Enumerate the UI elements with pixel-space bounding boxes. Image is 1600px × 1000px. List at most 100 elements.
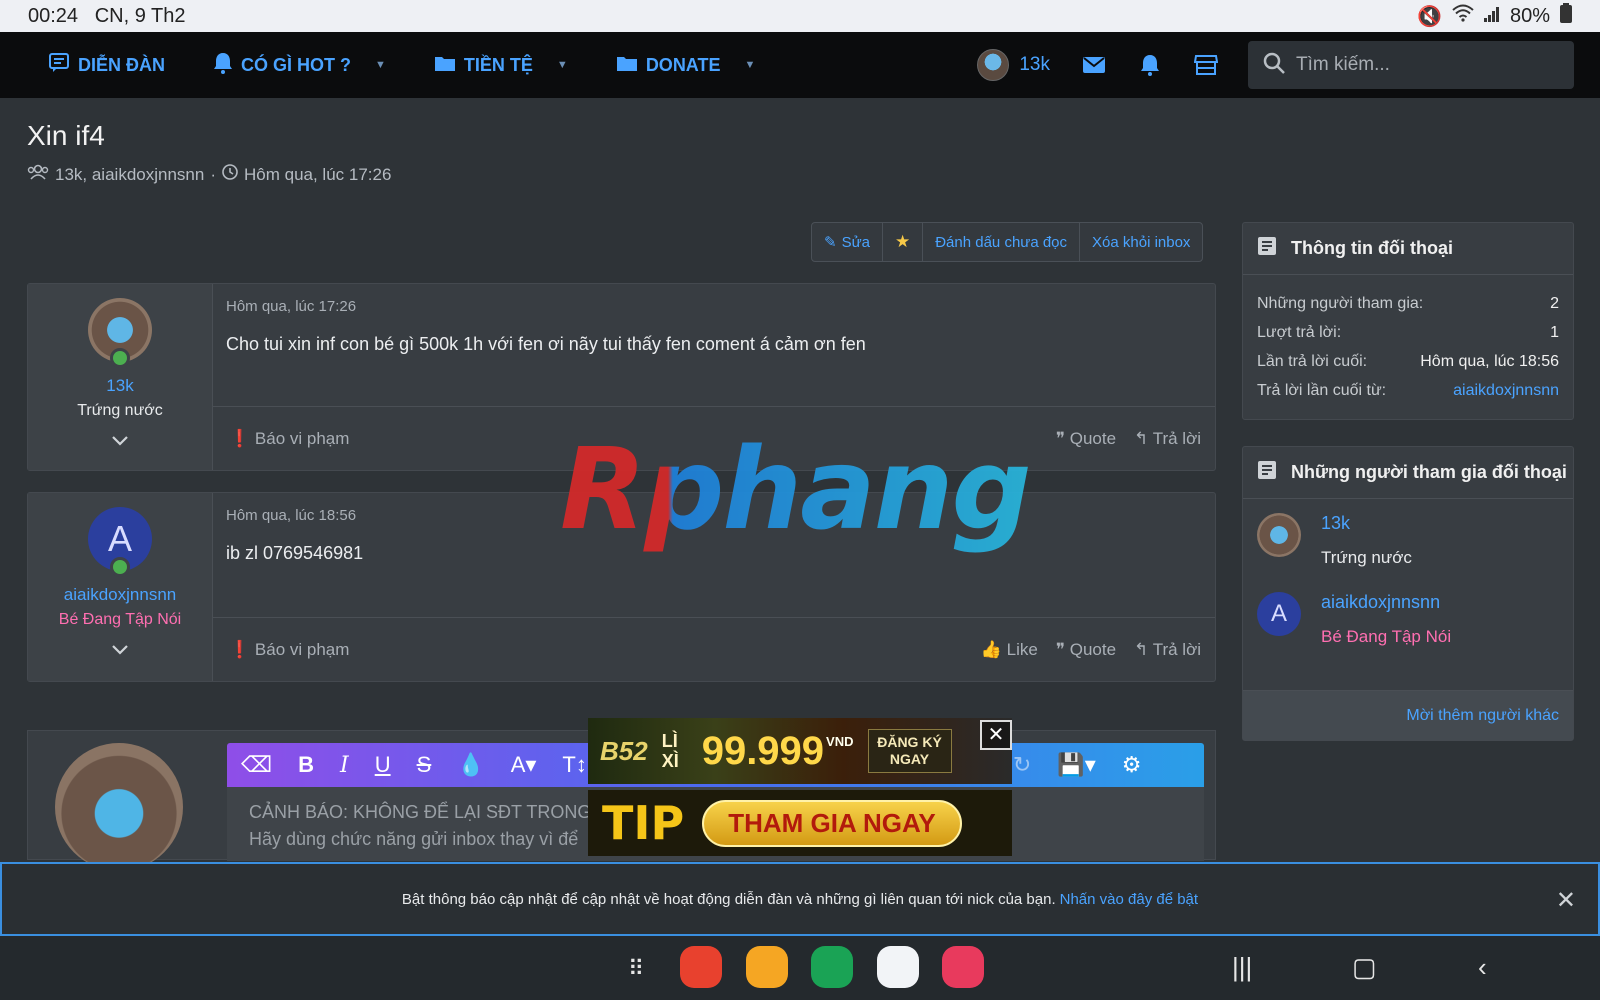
report-label: Báo vi phạm — [254, 639, 350, 659]
search-input[interactable] — [1296, 54, 1556, 76]
star-icon: ★ — [894, 232, 911, 251]
ad-brand: TIP — [602, 796, 685, 850]
message-time[interactable]: Hôm qua, lúc 17:26 — [226, 298, 356, 315]
report-button[interactable]: ❗ Báo vi phạm — [229, 640, 349, 660]
nav-hot[interactable]: CÓ GÌ HOT ? ▼ — [213, 32, 386, 98]
chevron-down-icon[interactable]: ▼ — [557, 59, 568, 71]
italic-icon[interactable]: I — [340, 753, 349, 778]
enable-notifications-link[interactable]: Nhấn vào đây để bật — [1060, 891, 1198, 908]
last-reply-user-link[interactable]: aiaikdoxjnnsnn — [1453, 382, 1559, 400]
ad-banner-b52[interactable]: B52 LÌ XÌ 99.999 VND ĐĂNG KÝ NGAY ✕ — [588, 718, 1012, 784]
files-app-icon[interactable] — [746, 946, 788, 988]
store-icon[interactable] — [1192, 51, 1220, 79]
redo-icon[interactable]: ↻ — [1013, 752, 1031, 778]
quote-button[interactable]: ❞ Quote — [1056, 640, 1116, 660]
avatar[interactable] — [88, 298, 152, 368]
nav-currency[interactable]: TIỀN TỆ ▼ — [434, 32, 568, 98]
nav-forum[interactable]: DIỄN ĐÀN — [48, 32, 165, 98]
status-bar: 00:24 CN, 9 Th2 🔇 80% — [0, 0, 1600, 32]
conversation-meta: 13k, aiaikdoxjnnsnn · Hôm qua, lúc 17:26 — [27, 164, 391, 185]
online-indicator-icon — [110, 348, 130, 368]
status-left: 00:24 CN, 9 Th2 — [28, 5, 186, 28]
report-button[interactable]: ❗ Báo vi phạm — [229, 429, 349, 449]
avatar-letter: A — [107, 518, 132, 559]
inbox-icon[interactable] — [1080, 51, 1108, 79]
nav-right: 13k — [977, 32, 1600, 98]
participant-title: Bé Đang Tập Nói — [1321, 627, 1452, 646]
participant-name[interactable]: 13k — [1321, 513, 1412, 534]
nav-donate[interactable]: DONATE ▼ — [616, 32, 755, 98]
users-icon — [27, 164, 49, 185]
pencil-icon: ✎ — [824, 234, 837, 251]
ad-lixi: LÌ XÌ — [661, 731, 679, 771]
message-username[interactable]: 13k — [106, 376, 133, 396]
text-style-icon[interactable]: T↕ — [562, 752, 586, 778]
recent-apps-icon[interactable]: ||| — [1232, 952, 1252, 983]
participants-link[interactable]: 13k, aiaikdoxjnnsnn — [55, 165, 204, 185]
avatar[interactable]: A — [88, 507, 152, 577]
online-indicator-icon — [110, 557, 130, 577]
close-icon[interactable]: ✕ — [1556, 886, 1576, 915]
participant-name[interactable]: aiaikdoxjnnsnn — [1321, 592, 1451, 613]
participant-item: A aiaikdoxjnnsnn Bé Đang Tập Nói — [1243, 582, 1573, 661]
app-drawer-icon[interactable]: ⠿ — [628, 956, 644, 982]
color-drop-icon[interactable]: 💧 — [457, 752, 484, 778]
message-username[interactable]: aiaikdoxjnnsnn — [64, 585, 176, 605]
camera-app-icon[interactable] — [942, 946, 984, 988]
strikethrough-icon[interactable]: S — [417, 752, 432, 778]
participants-box: Những người tham gia đối thoại 13k Trứng… — [1242, 446, 1574, 741]
participant-item: 13k Trứng nước — [1243, 499, 1573, 582]
home-icon[interactable]: ▢ — [1352, 952, 1377, 983]
ad-join-button[interactable]: THAM GIA NGAY — [702, 799, 962, 847]
remove-from-inbox-button[interactable]: Xóa khỏi inbox — [1080, 223, 1202, 261]
message-actions: 👍 Like ❞ Quote ↰ Trả lời — [981, 640, 1201, 660]
message-user-pane: A aiaikdoxjnnsnn Bé Đang Tập Nói — [28, 493, 213, 681]
quote-label: Quote — [1069, 639, 1117, 659]
ad-banner-tip[interactable]: TIP THAM GIA NGAY — [588, 790, 1012, 856]
reply-button[interactable]: ↰ Trả lời — [1134, 429, 1201, 449]
alerts-bell-icon[interactable] — [1136, 51, 1164, 79]
search-box[interactable] — [1248, 41, 1574, 89]
messages-app-icon[interactable] — [877, 946, 919, 988]
avatar[interactable]: A — [1257, 592, 1301, 636]
close-icon[interactable]: ✕ — [980, 720, 1012, 750]
chevron-down-icon[interactable] — [111, 643, 129, 661]
page-title: Xin if4 — [27, 120, 105, 151]
account-menu[interactable]: 13k — [977, 49, 1050, 81]
back-icon[interactable]: ‹ — [1478, 952, 1487, 983]
info-value: Hôm qua, lúc 18:56 — [1420, 352, 1559, 370]
chevron-down-icon[interactable] — [111, 434, 129, 452]
conversation-actions: ✎ Sửa ★ Đánh dấu chưa đọc Xóa khỏi inbox — [811, 222, 1204, 262]
reply-label: Trả lời — [1152, 639, 1201, 659]
mark-unread-button[interactable]: Đánh dấu chưa đọc — [923, 223, 1081, 261]
document-icon — [1257, 460, 1277, 485]
invite-more-button[interactable]: Mời thêm người khác — [1243, 690, 1573, 740]
save-draft-icon[interactable]: 💾▾ — [1057, 752, 1095, 778]
edit-button[interactable]: ✎ Sửa — [812, 223, 883, 261]
ad-register-button[interactable]: ĐĂNG KÝ NGAY — [867, 729, 952, 773]
phone-app-icon[interactable] — [811, 946, 853, 988]
gear-icon[interactable]: ⚙ — [1122, 752, 1142, 778]
folder-icon — [616, 54, 638, 77]
alert-icon: ❗ — [229, 639, 251, 659]
status-right: 🔇 80% — [1417, 3, 1572, 29]
notes-app-icon[interactable] — [680, 946, 722, 988]
star-button[interactable]: ★ — [883, 223, 924, 261]
participants-heading: Những người tham gia đối thoại — [1291, 462, 1567, 482]
bold-icon[interactable]: B — [298, 752, 314, 778]
quote-button[interactable]: ❞ Quote — [1056, 429, 1116, 449]
avatar-letter: A — [1270, 600, 1287, 627]
notification-text: Bật thông báo cập nhật để cập nhật về ho… — [401, 890, 1056, 908]
message-time[interactable]: Hôm qua, lúc 18:56 — [226, 507, 356, 524]
participants-header: Những người tham gia đối thoại — [1243, 447, 1573, 499]
font-size-icon[interactable]: A▾ — [511, 752, 537, 778]
info-value: 1 — [1550, 323, 1559, 341]
eraser-icon[interactable]: ⌫ — [241, 752, 272, 778]
chevron-down-icon[interactable]: ▼ — [744, 59, 755, 71]
info-row-participants: Những người tham gia: 2 — [1243, 289, 1573, 318]
underline-icon[interactable]: U — [375, 752, 391, 778]
chevron-down-icon[interactable]: ▼ — [375, 59, 386, 71]
like-button[interactable]: 👍 Like — [981, 640, 1038, 660]
reply-button[interactable]: ↰ Trả lời — [1134, 640, 1201, 660]
avatar[interactable] — [1257, 513, 1301, 557]
